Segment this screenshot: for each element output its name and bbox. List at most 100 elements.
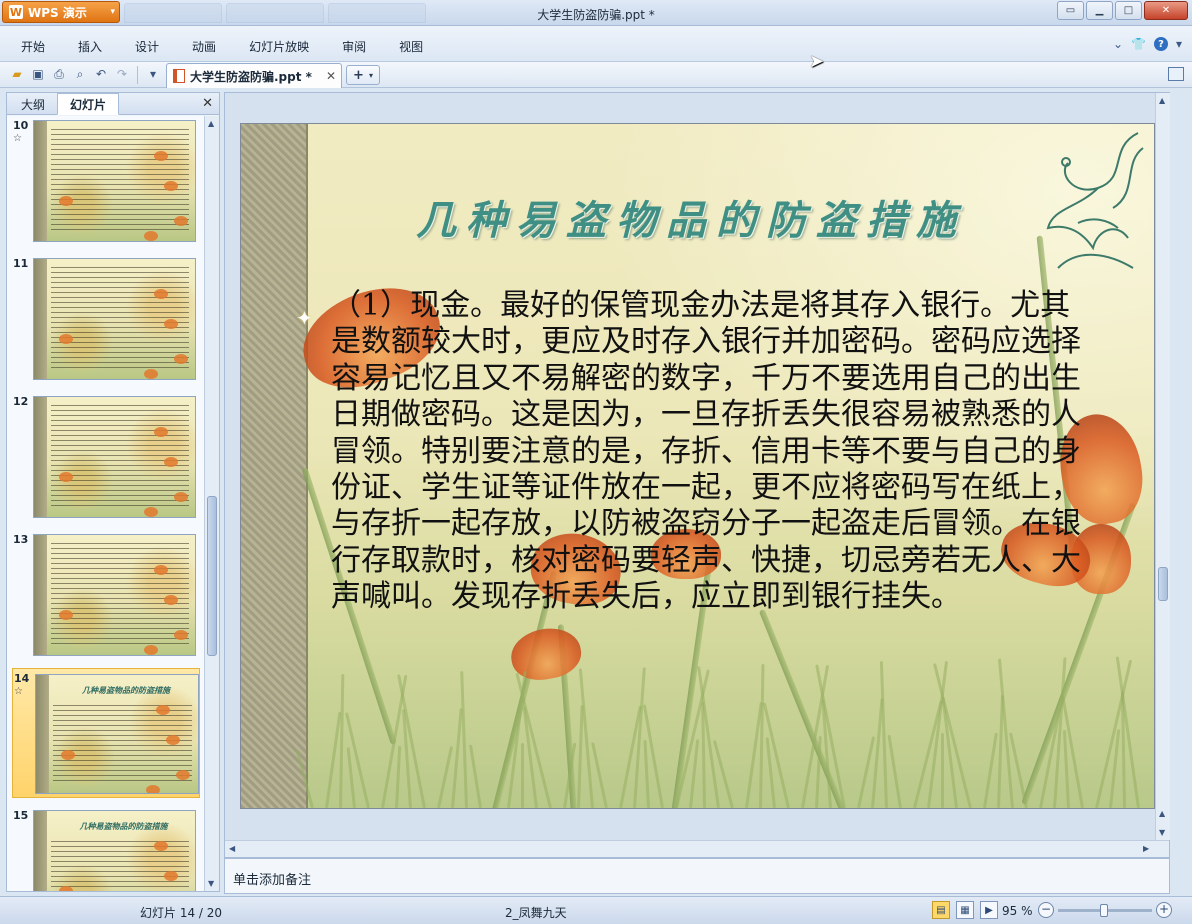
next-slide-icon[interactable]: ▼	[1159, 828, 1165, 837]
window-title: 大学生防盗防骗.ppt *	[537, 8, 655, 22]
editor-horizontal-scrollbar[interactable]: ◀ ▶	[225, 840, 1169, 857]
restore-small-icon: ▭	[1065, 5, 1076, 16]
zoom-level[interactable]: 95 %	[1002, 904, 1033, 918]
scroll-up-icon[interactable]: ▲	[208, 119, 214, 128]
thumbnail-text-lines	[51, 267, 189, 369]
slide-thumbnail-title: 几种易盗物品的防盗措施	[79, 822, 168, 831]
notes-pane[interactable]: 单击添加备注	[224, 858, 1170, 894]
menu-bar: 开始 插入 设计 动画 幻灯片放映 审阅 视图 ⌄ 👕 ? ▾	[0, 26, 1192, 62]
slide-thumbnail[interactable]: 13	[7, 530, 204, 660]
current-slide[interactable]: 几种易盗物品的防盗措施 ✦ （1）现金。最好的保管现金办法是将其存入银行。尤其是…	[240, 123, 1155, 809]
scroll-right-icon[interactable]: ▶	[1143, 844, 1149, 853]
tab-slides[interactable]: 幻灯片	[57, 93, 119, 115]
close-icon: ✕	[1161, 5, 1171, 16]
zoom-in-button[interactable]: +	[1156, 902, 1172, 918]
menu-design[interactable]: 设计	[124, 38, 170, 55]
quick-access-toolbar: ▰ ▣ ⎙ ⌕ ↶ ↷ ▾ 大学生防盗防骗.ppt * ✕ + ▾	[0, 62, 1192, 88]
menu-animation[interactable]: 动画	[181, 38, 227, 55]
close-panel-icon[interactable]: ✕	[202, 96, 213, 111]
print-icon[interactable]: ⎙	[50, 65, 68, 83]
skin-shirt-icon[interactable]: 👕	[1131, 37, 1146, 51]
thumbnail-flower	[146, 785, 160, 793]
grass-blade	[643, 740, 650, 808]
slide-thumbnail[interactable]: 12	[7, 392, 204, 522]
restore-small-button[interactable]: ▭	[1057, 1, 1084, 20]
scroll-left-icon[interactable]: ◀	[229, 844, 235, 853]
maximize-button[interactable]: □	[1115, 1, 1142, 20]
slide-thumbnail-image	[33, 396, 196, 518]
collapse-ribbon-icon[interactable]: ⌄	[1113, 37, 1123, 51]
menu-insert[interactable]: 插入	[67, 38, 113, 55]
animation-star-icon: ☆	[14, 686, 23, 697]
help-icon[interactable]: ?	[1153, 37, 1168, 51]
minimize-button[interactable]: ▁	[1086, 1, 1113, 20]
help-dropdown-icon[interactable]: ▾	[1176, 37, 1182, 51]
grass-blade	[879, 661, 888, 808]
slide-thumbnail-number: 15	[13, 809, 29, 822]
thumbnail-flower	[164, 181, 178, 191]
slide-thumbnail-title: 几种易盗物品的防盗措施	[82, 686, 170, 695]
slide-thumbnail[interactable]: 10 ☆	[7, 116, 204, 246]
thumbnail-flower	[144, 507, 158, 517]
minimize-icon: ▁	[1095, 5, 1104, 16]
thumbnail-flower	[174, 354, 188, 364]
grass-blade	[395, 746, 402, 808]
menu-home[interactable]: 开始	[10, 38, 56, 55]
slide-thumbnail-image	[33, 258, 196, 380]
slideshow-button[interactable]: ▶	[980, 901, 998, 919]
scrollbar-thumb[interactable]	[1158, 567, 1168, 601]
animation-star-icon: ☆	[13, 133, 22, 144]
grass-blade	[759, 663, 765, 808]
phoenix-ornament-icon	[1046, 132, 1144, 269]
close-button[interactable]: ✕	[1144, 1, 1188, 20]
customize-icon[interactable]: ▾	[144, 65, 162, 83]
zoom-slider-knob[interactable]	[1100, 904, 1109, 917]
thumbnail-scrollbar[interactable]: ▲ ▼	[204, 116, 219, 891]
slide-title[interactable]: 几种易盗物品的防盗措施	[371, 188, 1011, 246]
undo-icon[interactable]: ↶	[92, 65, 110, 83]
thumbnail-flower	[154, 151, 168, 161]
new-tab-button[interactable]: + ▾	[346, 65, 380, 85]
chevron-down-icon[interactable]: ▾	[369, 71, 373, 80]
slide-thumbnail[interactable]: 15 几种易盗物品的防盗措施	[7, 806, 204, 891]
grass-blade	[983, 732, 998, 808]
grass-blade	[941, 733, 944, 808]
slide-sorter-button[interactable]: ▦	[956, 901, 974, 919]
menu-review[interactable]: 审阅	[331, 38, 377, 55]
maximize-icon: □	[1123, 5, 1134, 16]
document-tab[interactable]: 大学生防盗防骗.ppt * ✕	[166, 63, 342, 88]
redo-icon[interactable]: ↷	[113, 65, 131, 83]
close-tab-icon[interactable]: ✕	[326, 69, 336, 83]
window-layout-icon[interactable]	[1168, 67, 1184, 81]
slide-thumbnail[interactable]: 14 ☆ 几种易盗物品的防盗措施	[12, 668, 200, 798]
mouse-cursor-icon: ➤	[809, 51, 825, 72]
view-buttons: ▤ ▦ ▶	[932, 901, 998, 919]
slide-editor: 几种易盗物品的防盗措施 ✦ （1）现金。最好的保管现金办法是将其存入银行。尤其是…	[224, 92, 1170, 858]
editor-vertical-scrollbar[interactable]: ▲ ▲ ▼	[1155, 93, 1170, 840]
thumbnail-flower	[59, 334, 73, 344]
print-preview-icon[interactable]: ⌕	[71, 65, 89, 83]
scrollbar-thumb[interactable]	[207, 496, 217, 656]
menu-view[interactable]: 视图	[388, 38, 434, 55]
save-icon[interactable]: ▣	[29, 65, 47, 83]
thumbnail-flower	[144, 645, 158, 655]
zoom-out-button[interactable]: −	[1038, 902, 1054, 918]
open-icon[interactable]: ▰	[8, 65, 26, 83]
slide-thumbnail-list: 10 ☆ 11 12 13 14 ☆ 几种易盗物品的防盗措施 15 几种易盗物品的防盗措施	[7, 116, 204, 891]
prev-slide-icon[interactable]: ▲	[1159, 809, 1165, 818]
thumbnail-flower	[156, 705, 170, 715]
scroll-up-icon[interactable]: ▲	[1159, 96, 1165, 105]
grass-blade	[469, 744, 482, 808]
grass-blade	[591, 742, 608, 808]
scroll-down-icon[interactable]: ▼	[208, 879, 214, 888]
thumbnail-side-strip	[34, 121, 47, 241]
thumbnail-side-strip	[34, 535, 47, 655]
menu-slideshow[interactable]: 幻灯片放映	[238, 38, 320, 55]
slide-thumbnail-number: 11	[13, 257, 29, 270]
slide-body-text[interactable]: （1）现金。最好的保管现金办法是将其存入银行。尤其是数额较大时，更应及时存入银行…	[331, 288, 1083, 616]
slide-thumbnail[interactable]: 11	[7, 254, 204, 384]
normal-view-button[interactable]: ▤	[932, 901, 950, 919]
tab-outline[interactable]: 大纲	[11, 93, 55, 115]
thumbnail-flower	[59, 472, 73, 482]
slide-thumbnail-image: 几种易盗物品的防盗措施	[33, 810, 196, 891]
